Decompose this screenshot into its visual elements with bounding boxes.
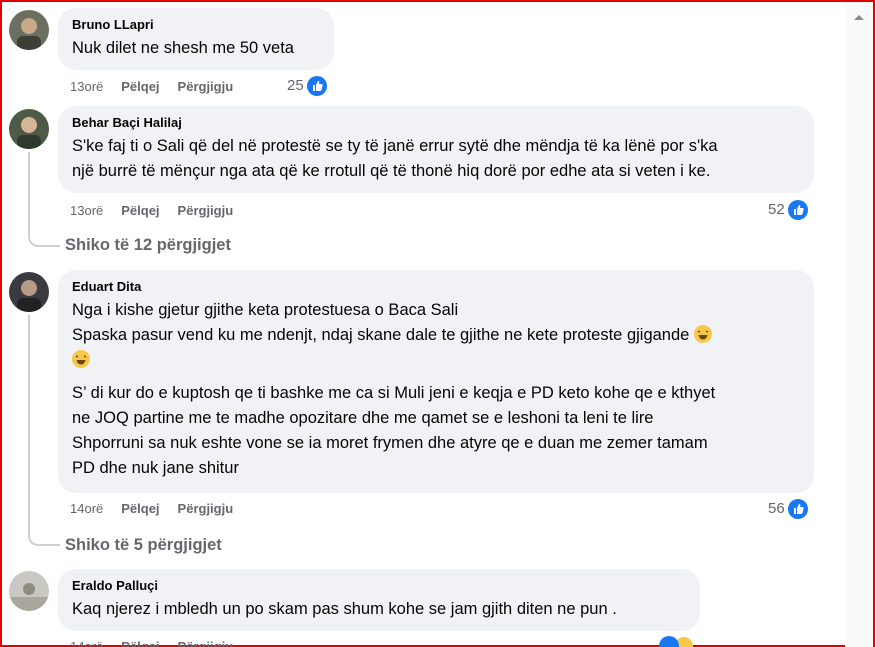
reply-button[interactable]: Përgjigju	[178, 501, 234, 516]
avatar[interactable]	[9, 571, 49, 611]
avatar[interactable]	[9, 10, 49, 50]
comments-feed[interactable]: Bruno LLapri Nuk dilet ne shesh me 50 ve…	[2, 2, 847, 647]
reaction-icons[interactable]	[656, 635, 693, 647]
reaction-count[interactable]: 56	[768, 498, 808, 520]
avatar[interactable]	[9, 272, 49, 312]
comment-bubble: Behar Baçi Halilaj S'ke faj ti o Sali që…	[58, 106, 814, 193]
comment-text: Spaska pasur vend ku me ndenjt, ndaj ska…	[72, 323, 802, 348]
laughing-emoji-icon	[72, 350, 90, 368]
thumbs-up-icon	[306, 76, 327, 97]
comment-text: PD dhe nuk jane shitur	[72, 459, 239, 477]
reply-button[interactable]: Përgjigju	[178, 79, 234, 94]
thread-line	[28, 315, 30, 534]
reply-button[interactable]: Përgjigju	[178, 203, 234, 218]
comment-text: S’ di kur do e kuptosh qe ti bashke me c…	[72, 384, 716, 402]
comment-bubble: Eraldo Palluçi Kaq njerez i mbledh un po…	[58, 569, 700, 631]
avatar[interactable]	[9, 109, 49, 149]
thumbs-up-icon	[659, 636, 679, 647]
comment-time[interactable]: 13orë	[70, 79, 103, 94]
comment-author[interactable]: Behar Baçi Halilaj	[72, 114, 802, 131]
comment-bubble: Bruno LLapri Nuk dilet ne shesh me 50 ve…	[58, 8, 334, 70]
comment-actions: 14orë Pëlqej Përgjigju	[70, 638, 233, 647]
comment-actions: 14orë Pëlqej Përgjigju	[70, 500, 233, 518]
comment-time[interactable]: 14orë	[70, 501, 103, 516]
comment-text: S'ke faj ti o Sali që del në protestë se…	[72, 137, 718, 155]
reply-button[interactable]: Përgjigju	[178, 639, 234, 647]
scroll-up-arrow-icon[interactable]	[853, 8, 865, 20]
like-button[interactable]: Pëlqej	[121, 203, 159, 218]
comment-author[interactable]: Bruno LLapri	[72, 16, 322, 33]
comment-time[interactable]: 14orë	[70, 639, 103, 647]
reply-branch-line	[28, 530, 60, 546]
thumbs-up-icon	[787, 200, 808, 221]
reaction-count[interactable]: 25	[287, 75, 327, 97]
view-replies-link[interactable]: Shiko të 5 përgjigjet	[65, 534, 222, 556]
comment-text: ne JOQ partine me te madhe opozitare dhe…	[72, 409, 654, 427]
comment-actions: 13orë Pëlqej Përgjigju	[70, 78, 233, 96]
comment-actions: 13orë Pëlqej Përgjigju	[70, 202, 233, 220]
comment-time[interactable]: 13orë	[70, 203, 103, 218]
scrollbar[interactable]	[845, 2, 873, 647]
comment-author[interactable]: Eraldo Palluçi	[72, 577, 688, 594]
like-button[interactable]: Pëlqej	[121, 79, 159, 94]
thumbs-up-icon	[787, 499, 808, 520]
view-replies-link[interactable]: Shiko të 12 përgjigjet	[65, 234, 231, 256]
comment-bubble: Eduart Dita Nga i kishe gjetur gjithe ke…	[58, 270, 814, 493]
like-button[interactable]: Pëlqej	[121, 639, 159, 647]
laughing-emoji-icon	[693, 325, 712, 343]
like-button[interactable]: Pëlqej	[121, 501, 159, 516]
comment-text: Kaq njerez i mbledh un po skam pas shum …	[72, 600, 617, 618]
comment-text: Nuk dilet ne shesh me 50 veta	[72, 39, 294, 57]
comment-text: Nga i kishe gjetur gjithe keta protestue…	[72, 301, 459, 319]
reaction-count[interactable]: 52	[768, 199, 808, 221]
reply-branch-line	[28, 231, 60, 247]
comment-author[interactable]: Eduart Dita	[72, 278, 802, 295]
comment-text: Shporruni sa nuk eshte vone se ia moret …	[72, 434, 708, 452]
comment-text: një burrë të mënçur nga ata që ke rrotul…	[72, 162, 711, 180]
thread-line	[28, 152, 30, 234]
